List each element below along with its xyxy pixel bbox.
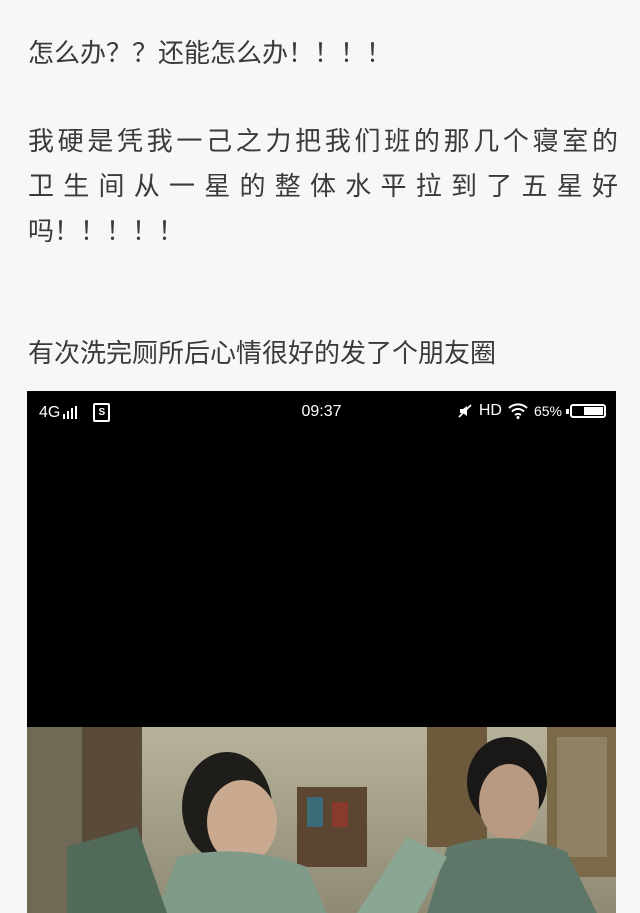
hd-indicator: HD — [478, 402, 502, 419]
post-paragraph-2-line-3: 吗！！！！！ — [28, 217, 185, 247]
mute-icon — [458, 404, 472, 418]
post-paragraph-2-line-2: 卫生间从一星的整体水平拉到了五星好 — [28, 172, 618, 202]
embedded-phone-screenshot[interactable]: 4G S 09:37 HD 65% — [27, 391, 616, 913]
battery-fill — [583, 407, 603, 415]
video-still-image — [27, 727, 616, 913]
post-paragraph-2: 我硬是凭我一己之力把我们班的那几个寝室的 卫生间从一星的整体水平拉到了五星好 吗… — [28, 120, 618, 255]
battery-icon — [566, 404, 606, 418]
wifi-icon — [508, 403, 528, 419]
status-bar: 4G S 09:37 HD 65% — [27, 391, 616, 433]
post-text-line-3: 有次洗完厕所后心情很好的发了个朋友圈 — [28, 339, 497, 369]
post-text-line-1: 怎么办？？还能怎么办！！！！ — [28, 39, 393, 69]
battery-percent: 65% — [533, 403, 562, 419]
status-bar-right: HD 65% — [457, 402, 606, 420]
post-paragraph-2-line-1: 我硬是凭我一己之力把我们班的那几个寝室的 — [28, 127, 618, 157]
